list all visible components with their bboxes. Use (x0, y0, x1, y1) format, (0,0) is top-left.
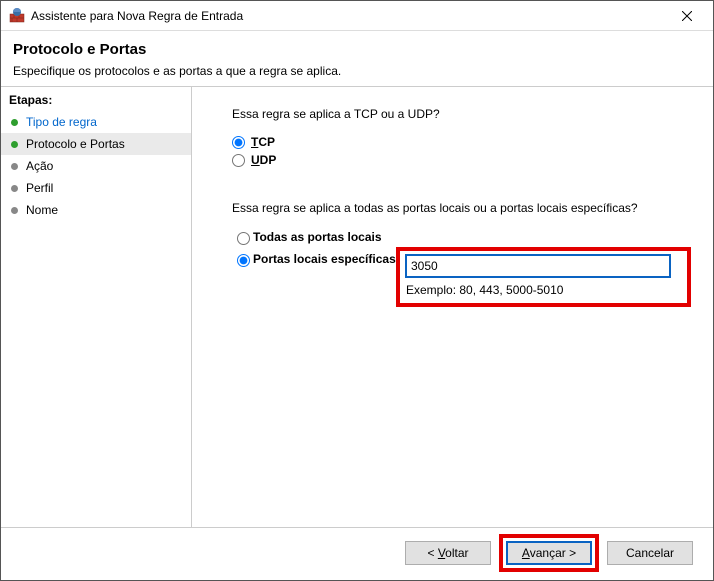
step-profile[interactable]: Perfil (1, 177, 191, 199)
close-button[interactable] (664, 1, 709, 30)
step-label: Nome (26, 203, 58, 217)
radio-specific-ports-row: Portas locais específicas: Exemplo: 80, … (232, 251, 691, 307)
page-subtitle: Especifique os protocolos e as portas a … (13, 64, 701, 78)
radio-tcp-label[interactable]: TCP (251, 135, 275, 149)
port-example: Exemplo: 80, 443, 5000-5010 (406, 283, 681, 297)
step-dot-icon (11, 119, 18, 126)
radio-specific-ports[interactable] (237, 254, 250, 267)
radio-specific-ports-label[interactable]: Portas locais específicas: (253, 252, 400, 266)
step-dot-icon (11, 163, 18, 170)
ports-question: Essa regra se aplica a todas as portas l… (232, 201, 691, 215)
next-button[interactable]: Avançar > (506, 541, 592, 565)
step-name[interactable]: Nome (1, 199, 191, 221)
step-label: Protocolo e Portas (26, 137, 125, 151)
step-dot-icon (11, 207, 18, 214)
step-label: Ação (26, 159, 53, 173)
radio-udp-label[interactable]: UDP (251, 153, 276, 167)
wizard-content: Essa regra se aplica a TCP ou a UDP? TCP… (192, 87, 713, 527)
step-rule-type[interactable]: Tipo de regra (1, 111, 191, 133)
firewall-icon (9, 8, 25, 24)
radio-tcp-row: TCP (232, 135, 691, 149)
highlight-next-button: Avançar > (499, 534, 599, 572)
sidebar-title: Etapas: (1, 91, 191, 111)
wizard-header: Protocolo e Portas Especifique os protoc… (1, 31, 713, 86)
radio-udp-row: UDP (232, 153, 691, 167)
wizard-footer: < Voltar Avançar > Cancelar (1, 527, 713, 577)
protocol-question: Essa regra se aplica a TCP ou a UDP? (232, 107, 691, 121)
step-link[interactable]: Tipo de regra (26, 115, 97, 129)
radio-tcp[interactable] (232, 136, 245, 149)
step-dot-icon (11, 185, 18, 192)
highlight-port-field: Exemplo: 80, 443, 5000-5010 (396, 247, 691, 307)
radio-all-ports-row: Todas as portas locais (232, 229, 691, 245)
step-action[interactable]: Ação (1, 155, 191, 177)
cancel-button[interactable]: Cancelar (607, 541, 693, 565)
step-label: Perfil (26, 181, 53, 195)
radio-all-ports[interactable] (237, 232, 250, 245)
page-title: Protocolo e Portas (13, 41, 701, 58)
steps-sidebar: Etapas: Tipo de regra Protocolo e Portas… (1, 87, 191, 527)
back-button[interactable]: < Voltar (405, 541, 491, 565)
window-title: Assistente para Nova Regra de Entrada (31, 9, 664, 23)
step-dot-icon (11, 141, 18, 148)
step-protocol-ports[interactable]: Protocolo e Portas (1, 133, 191, 155)
radio-all-ports-label[interactable]: Todas as portas locais (253, 230, 382, 244)
titlebar: Assistente para Nova Regra de Entrada (1, 1, 713, 31)
radio-udp[interactable] (232, 154, 245, 167)
port-input[interactable] (406, 255, 670, 277)
